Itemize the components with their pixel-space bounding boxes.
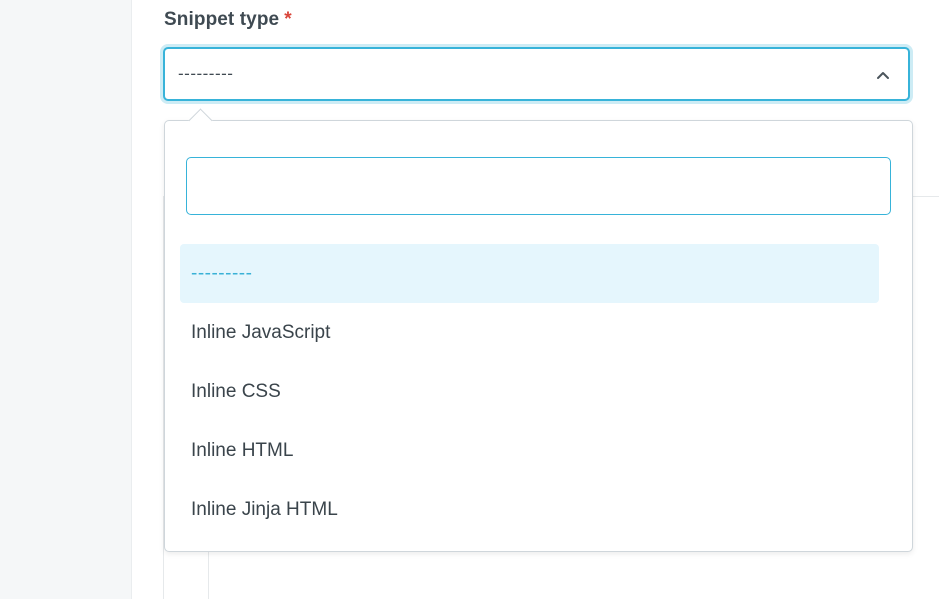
field-label-text: Snippet type xyxy=(164,9,280,30)
required-marker: * xyxy=(284,9,292,30)
option-inline-jinja-html[interactable]: Inline Jinja HTML xyxy=(180,480,879,539)
left-gutter xyxy=(0,0,132,599)
field-label: Snippet type * xyxy=(164,9,292,31)
chevron-up-icon xyxy=(877,72,889,79)
page: Snippet type * --------- --------- Inline… xyxy=(0,0,939,599)
dropdown-caret xyxy=(188,108,213,133)
option-inline-javascript[interactable]: Inline JavaScript xyxy=(180,303,879,362)
option-inline-css[interactable]: Inline CSS xyxy=(180,362,879,421)
dropdown-search-input[interactable] xyxy=(186,157,891,215)
option-empty[interactable]: --------- xyxy=(180,244,879,303)
options-list: --------- Inline JavaScript Inline CSS I… xyxy=(180,244,879,539)
option-inline-html[interactable]: Inline HTML xyxy=(180,421,879,480)
select-current-value: --------- xyxy=(178,64,234,83)
snippet-type-select[interactable]: --------- xyxy=(163,47,910,101)
select-dropdown: --------- Inline JavaScript Inline CSS I… xyxy=(164,108,913,552)
